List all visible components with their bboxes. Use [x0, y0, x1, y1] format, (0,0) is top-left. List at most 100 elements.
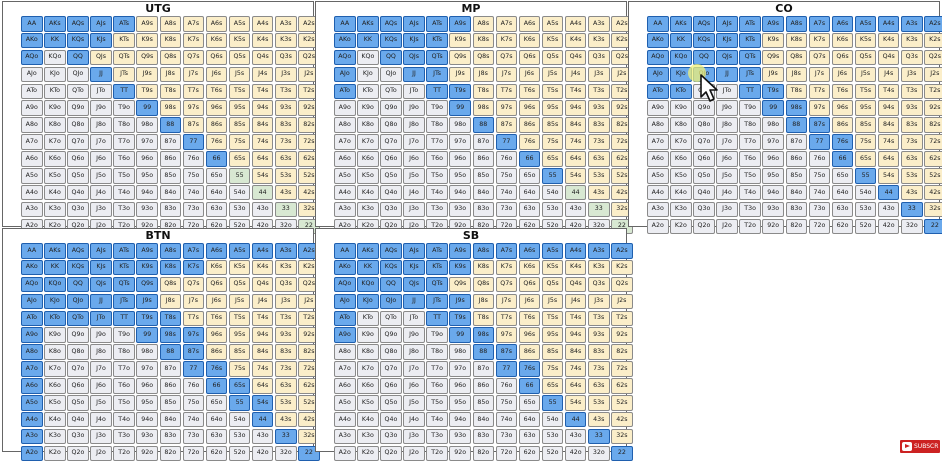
hand-cell-t7s[interactable]: T7s: [182, 83, 205, 100]
hand-cell-97s[interactable]: 97s: [808, 100, 831, 116]
hand-cell-k8s[interactable]: K8s: [159, 259, 182, 276]
hand-cell-a8s[interactable]: A8s: [785, 16, 808, 32]
hand-cell-62o[interactable]: 62o: [205, 445, 228, 461]
hand-cell-a9s[interactable]: A9s: [449, 243, 471, 259]
hand-cell-j6o[interactable]: J6o: [403, 151, 425, 167]
hand-cell-k7s[interactable]: K7s: [495, 32, 518, 49]
hand-cell-q3s[interactable]: Q3s: [275, 276, 297, 293]
hand-cell-84o[interactable]: 84o: [785, 184, 808, 201]
hand-cell-99[interactable]: 99: [762, 100, 784, 116]
hand-cell-54o[interactable]: 54o: [854, 184, 877, 201]
hand-cell-kto[interactable]: KTo: [44, 310, 66, 327]
hand-cell-94o[interactable]: 94o: [449, 184, 471, 201]
hand-cell-55[interactable]: 55: [541, 168, 564, 184]
hand-cell-k4s[interactable]: K4s: [564, 259, 587, 276]
hand-cell-75o[interactable]: 75o: [808, 168, 831, 184]
hand-cell-t6s[interactable]: T6s: [205, 83, 228, 100]
hand-cell-q5o[interactable]: Q5o: [380, 168, 402, 184]
hand-cell-63o[interactable]: 63o: [518, 428, 541, 445]
hand-cell-k4o[interactable]: K4o: [670, 184, 692, 201]
hand-cell-qto[interactable]: QTo: [67, 310, 89, 327]
hand-cell-96o[interactable]: 96o: [762, 151, 784, 167]
hand-cell-75o[interactable]: 75o: [495, 168, 518, 184]
hand-cell-42s[interactable]: 42s: [924, 184, 942, 201]
hand-cell-t3s[interactable]: T3s: [275, 310, 297, 327]
hand-cell-64s[interactable]: 64s: [564, 151, 587, 167]
hand-cell-a9o[interactable]: A9o: [21, 100, 43, 116]
hand-cell-jts[interactable]: JTs: [426, 293, 448, 310]
hand-cell-j4s[interactable]: J4s: [251, 66, 274, 83]
hand-cell-t3o[interactable]: T3o: [426, 428, 448, 445]
hand-cell-86o[interactable]: 86o: [472, 378, 495, 394]
hand-cell-aqs[interactable]: AQs: [693, 16, 715, 32]
hand-cell-43o[interactable]: 43o: [877, 201, 900, 218]
hand-cell-t5o[interactable]: T5o: [426, 168, 448, 184]
hand-cell-kqo[interactable]: KQo: [357, 276, 379, 293]
hand-cell-k9s[interactable]: K9s: [762, 32, 784, 49]
hand-cell-53s[interactable]: 53s: [588, 395, 610, 411]
hand-cell-j2o[interactable]: J2o: [716, 218, 738, 235]
hand-cell-q8s[interactable]: Q8s: [472, 49, 495, 66]
hand-cell-q4o[interactable]: Q4o: [380, 411, 402, 428]
hand-cell-a4s[interactable]: A4s: [251, 16, 274, 32]
hand-cell-j5o[interactable]: J5o: [403, 395, 425, 411]
hand-cell-k4s[interactable]: K4s: [877, 32, 900, 49]
hand-cell-k6s[interactable]: K6s: [518, 32, 541, 49]
hand-cell-98o[interactable]: 98o: [136, 344, 158, 360]
hand-cell-q6o[interactable]: Q6o: [380, 151, 402, 167]
hand-cell-q8o[interactable]: Q8o: [67, 117, 89, 133]
hand-cell-qjs[interactable]: QJs: [90, 276, 112, 293]
hand-cell-a2o[interactable]: A2o: [647, 218, 669, 235]
hand-cell-86s[interactable]: 86s: [518, 344, 541, 360]
hand-cell-k7s[interactable]: K7s: [182, 32, 205, 49]
hand-cell-aa[interactable]: AA: [334, 243, 356, 259]
hand-cell-q7o[interactable]: Q7o: [693, 134, 715, 150]
hand-cell-43o[interactable]: 43o: [564, 201, 587, 218]
hand-cell-j6s[interactable]: J6s: [205, 293, 228, 310]
hand-cell-kjs[interactable]: KJs: [716, 32, 738, 49]
hand-cell-q3o[interactable]: Q3o: [693, 201, 715, 218]
hand-cell-98o[interactable]: 98o: [762, 117, 784, 133]
hand-cell-83o[interactable]: 83o: [785, 201, 808, 218]
hand-cell-a7s[interactable]: A7s: [182, 243, 205, 259]
hand-cell-t6o[interactable]: T6o: [113, 378, 135, 394]
hand-cell-t4s[interactable]: T4s: [564, 310, 587, 327]
hand-cell-t8o[interactable]: T8o: [739, 117, 761, 133]
hand-cell-qq[interactable]: QQ: [380, 276, 402, 293]
hand-cell-t8s[interactable]: T8s: [159, 310, 182, 327]
hand-cell-98o[interactable]: 98o: [136, 117, 158, 133]
hand-cell-87o[interactable]: 87o: [159, 361, 182, 377]
hand-cell-a3s[interactable]: A3s: [588, 243, 610, 259]
hand-cell-88[interactable]: 88: [472, 344, 495, 360]
hand-cell-kts[interactable]: KTs: [113, 32, 135, 49]
hand-cell-88[interactable]: 88: [472, 117, 495, 133]
hand-cell-k8o[interactable]: K8o: [357, 117, 379, 133]
hand-cell-65o[interactable]: 65o: [831, 168, 854, 184]
hand-cell-86s[interactable]: 86s: [831, 117, 854, 133]
hand-cell-55[interactable]: 55: [541, 395, 564, 411]
hand-cell-a5s[interactable]: A5s: [228, 16, 251, 32]
hand-cell-qjs[interactable]: QJs: [403, 276, 425, 293]
hand-cell-kqs[interactable]: KQs: [67, 259, 89, 276]
hand-cell-aqo[interactable]: AQo: [21, 49, 43, 66]
hand-cell-j6o[interactable]: J6o: [403, 378, 425, 394]
hand-cell-ato[interactable]: ATo: [334, 310, 356, 327]
hand-cell-a9o[interactable]: A9o: [334, 327, 356, 343]
hand-cell-96s[interactable]: 96s: [518, 327, 541, 343]
hand-cell-jto[interactable]: JTo: [403, 83, 425, 100]
hand-cell-65o[interactable]: 65o: [205, 395, 228, 411]
hand-cell-a9s[interactable]: A9s: [136, 243, 158, 259]
hand-cell-96o[interactable]: 96o: [449, 378, 471, 394]
hand-cell-a8s[interactable]: A8s: [472, 243, 495, 259]
hand-cell-jts[interactable]: JTs: [426, 66, 448, 83]
hand-cell-j4s[interactable]: J4s: [251, 293, 274, 310]
hand-cell-tt[interactable]: TT: [113, 83, 135, 100]
hand-cell-33[interactable]: 33: [275, 428, 297, 445]
hand-cell-q7o[interactable]: Q7o: [380, 134, 402, 150]
hand-cell-64s[interactable]: 64s: [877, 151, 900, 167]
hand-cell-k9o[interactable]: K9o: [44, 327, 66, 343]
hand-cell-95o[interactable]: 95o: [449, 168, 471, 184]
hand-cell-j3o[interactable]: J3o: [403, 201, 425, 218]
hand-cell-52s[interactable]: 52s: [611, 395, 633, 411]
hand-cell-95s[interactable]: 95s: [541, 100, 564, 116]
